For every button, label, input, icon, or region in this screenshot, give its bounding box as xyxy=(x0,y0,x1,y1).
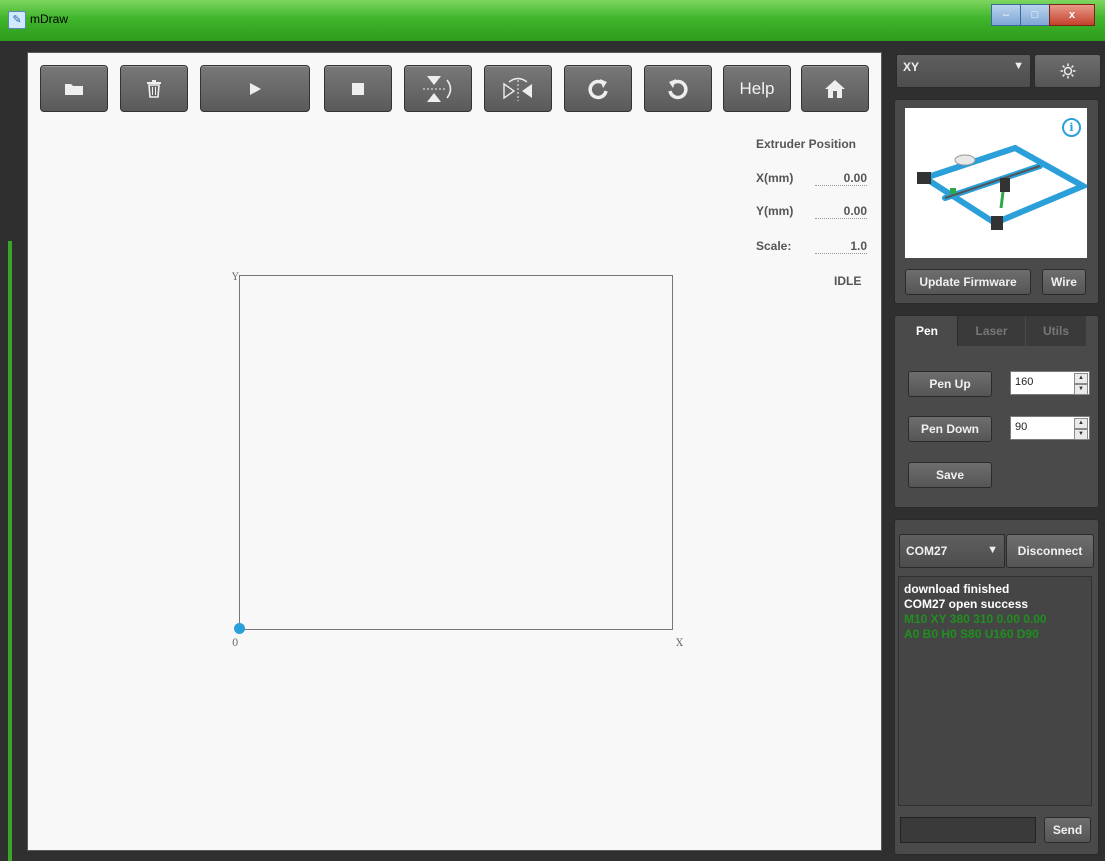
scale-value: 1.0 xyxy=(815,239,867,254)
spin-down-icon[interactable]: ▼ xyxy=(1074,384,1088,395)
com-port-value: COM27 xyxy=(906,544,948,558)
machine-type-value: XY xyxy=(903,60,920,74)
machine-type-select[interactable]: XY ▼ xyxy=(896,54,1031,88)
plot-area[interactable] xyxy=(239,275,673,630)
rotate-cw-icon xyxy=(588,78,608,99)
help-button[interactable]: Help xyxy=(723,65,791,112)
settings-button[interactable] xyxy=(1034,54,1101,88)
drawing-canvas[interactable]: Help Extruder Position X(mm) 0.00 Y(mm) … xyxy=(27,52,882,851)
console-line: COM27 open success xyxy=(904,597,1029,611)
flip-horizontal-icon xyxy=(503,77,532,101)
pen-position-marker xyxy=(234,623,245,634)
clear-button[interactable] xyxy=(120,65,188,112)
flip-horizontal-button[interactable] xyxy=(484,65,552,112)
console-line: A0 B0 H0 S80 U160 D90 xyxy=(904,627,1039,641)
frame-accent xyxy=(8,241,12,861)
spin-up-icon[interactable]: ▲ xyxy=(1074,373,1088,384)
console-line: download finished xyxy=(904,582,1010,596)
extruder-position-heading: Extruder Position xyxy=(756,137,857,151)
com-port-select[interactable]: COM27 ▼ xyxy=(899,534,1005,568)
status-label: IDLE xyxy=(834,274,862,288)
rotate-clockwise-button[interactable] xyxy=(564,65,632,112)
tool-tabs-panel: Pen Laser Utils Pen Up 160 ▲ ▼ Pen Down 9… xyxy=(894,315,1099,508)
xy-plotter-image xyxy=(917,144,1090,230)
tab-laser[interactable]: Laser xyxy=(958,316,1025,346)
window-title: mDraw xyxy=(30,12,68,26)
minimize-button[interactable]: – xyxy=(991,4,1021,26)
info-icon[interactable]: i xyxy=(1062,118,1081,137)
title-bar: ✎ mDraw – □ x xyxy=(0,0,1105,41)
pen-down-value: 90 xyxy=(1015,421,1028,433)
spin-arrows[interactable]: ▲ ▼ xyxy=(1074,373,1088,395)
y-mm-value: 0.00 xyxy=(815,204,867,219)
y-mm-label: Y(mm) xyxy=(756,204,794,218)
console-log[interactable]: download finished COM27 open success M10… xyxy=(898,576,1092,806)
stop-button[interactable] xyxy=(324,65,392,112)
scale-label: Scale: xyxy=(756,239,792,253)
rotate-ccw-icon xyxy=(668,78,688,99)
pen-up-spinbox[interactable]: 160 ▲ ▼ xyxy=(1010,371,1090,395)
pen-down-button[interactable]: Pen Down xyxy=(908,416,992,442)
pen-up-value: 160 xyxy=(1015,376,1034,388)
x-mm-label: X(mm) xyxy=(756,171,794,185)
home-button[interactable] xyxy=(801,65,869,112)
rotate-counterclockwise-button[interactable] xyxy=(644,65,712,112)
wire-button[interactable]: Wire xyxy=(1042,269,1086,295)
folder-icon xyxy=(65,83,83,95)
close-button[interactable]: x xyxy=(1049,4,1095,26)
gear-icon xyxy=(1060,63,1075,79)
pen-down-spinbox[interactable]: 90 ▲ ▼ xyxy=(1010,416,1090,440)
save-button[interactable]: Save xyxy=(908,462,992,488)
x-mm-value: 0.00 xyxy=(815,171,867,186)
send-button[interactable]: Send xyxy=(1044,817,1091,843)
play-icon xyxy=(250,82,261,95)
spin-up-icon[interactable]: ▲ xyxy=(1074,418,1088,429)
stop-icon xyxy=(352,82,364,95)
flip-vertical-icon xyxy=(423,75,452,102)
window-controls: – □ x xyxy=(991,4,1095,26)
home-icon xyxy=(825,79,845,98)
spin-arrows[interactable]: ▲ ▼ xyxy=(1074,418,1088,440)
window-frame xyxy=(0,41,18,861)
app-icon: ✎ xyxy=(8,11,26,29)
origin-label: 0 xyxy=(232,638,239,649)
update-firmware-button[interactable]: Update Firmware xyxy=(905,269,1031,295)
x-axis-label: X xyxy=(676,638,684,649)
tab-pen[interactable]: Pen xyxy=(897,316,958,346)
maximize-button[interactable]: □ xyxy=(1020,4,1050,26)
y-axis-label: Y xyxy=(232,272,239,283)
dropdown-arrow-icon: ▼ xyxy=(987,544,998,556)
spin-down-icon[interactable]: ▼ xyxy=(1074,429,1088,440)
trash-icon xyxy=(147,79,161,98)
machine-panel: i Update Firmware Wire xyxy=(894,99,1099,304)
pen-up-button[interactable]: Pen Up xyxy=(908,371,992,397)
open-file-button[interactable] xyxy=(40,65,108,112)
command-input[interactable] xyxy=(900,817,1036,843)
start-button[interactable] xyxy=(200,65,310,112)
disconnect-button[interactable]: Disconnect xyxy=(1006,534,1094,568)
flip-vertical-button[interactable] xyxy=(404,65,472,112)
dropdown-arrow-icon: ▼ xyxy=(1013,60,1024,72)
console-line: M10 XY 380 310 0.00 0.00 xyxy=(904,612,1047,626)
machine-preview: i xyxy=(905,108,1090,258)
tab-utils[interactable]: Utils xyxy=(1026,316,1086,346)
